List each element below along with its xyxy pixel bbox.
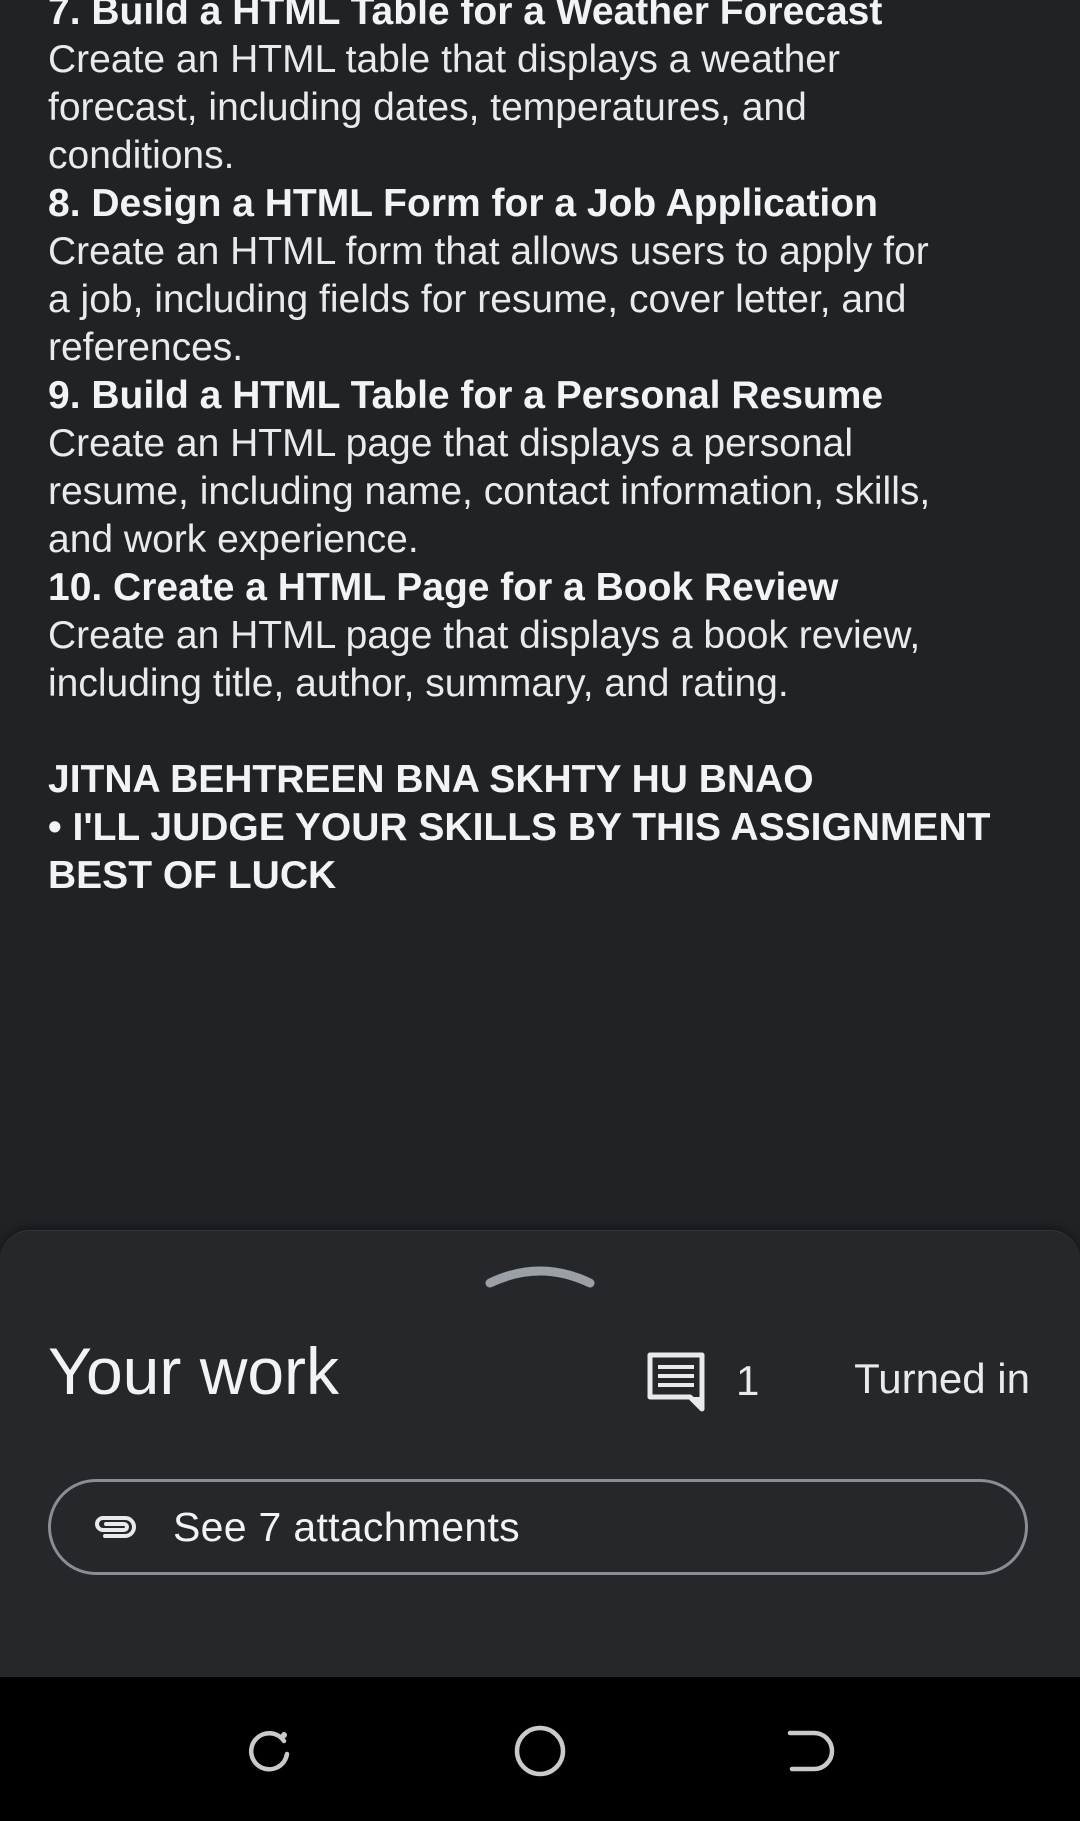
assignment-desc-line: forecast, including dates, temperatures,… — [48, 86, 807, 129]
assignment-desc-line: Create an HTML page that displays a book… — [48, 614, 921, 657]
note-line: • I'LL JUDGE YOUR SKILLS BY THIS ASSIGNM… — [48, 806, 991, 849]
assignment-desc-line: including title, author, summary, and ra… — [48, 662, 789, 705]
back-icon[interactable] — [780, 1721, 840, 1781]
screen: 7. Build a HTML Table for a Weather Fore… — [0, 0, 1080, 1821]
attachments-label: See 7 attachments — [173, 1503, 520, 1550]
recent-apps-icon[interactable] — [240, 1721, 300, 1781]
status-label: Turned in — [854, 1355, 1030, 1402]
assignment-title: 9. Build a HTML Table for a Personal Res… — [48, 374, 884, 417]
assignment-description: 7. Build a HTML Table for a Weather Fore… — [48, 0, 1038, 900]
see-attachments-button[interactable]: See 7 attachments — [48, 1479, 1028, 1575]
expand-handle-icon[interactable] — [484, 1253, 596, 1293]
home-icon[interactable] — [510, 1721, 570, 1781]
assignment-title: 7. Build a HTML Table for a Weather Fore… — [48, 0, 883, 33]
comment-count: 1 — [736, 1357, 760, 1404]
assignment-title: 10. Create a HTML Page for a Book Review — [48, 566, 839, 609]
assignment-item: 10. Create a HTML Page for a Book Review… — [48, 564, 1038, 708]
note-line: BEST OF LUCK — [48, 854, 337, 897]
your-work-bottom-sheet[interactable]: Your work 1 Turned in See 7 attachments — [0, 1230, 1080, 1678]
teacher-notes: JITNA BEHTREEN BNA SKHTY HU BNAO • I'LL … — [48, 756, 1038, 900]
assignment-desc-line: conditions. — [48, 134, 235, 177]
note-line: JITNA BEHTREEN BNA SKHTY HU BNAO — [48, 758, 814, 801]
assignment-desc-line: and work experience. — [48, 518, 419, 561]
assignment-desc-line: Create an HTML form that allows users to… — [48, 230, 929, 273]
assignment-desc-line: a job, including fields for resume, cove… — [48, 278, 907, 321]
your-work-heading: Your work — [48, 1334, 340, 1408]
assignment-title: 8. Design a HTML Form for a Job Applicat… — [48, 182, 878, 225]
comment-icon[interactable] — [644, 1349, 708, 1413]
assignment-desc-line: resume, including name, contact informat… — [48, 470, 931, 513]
system-navigation-bar — [0, 1677, 1080, 1821]
assignment-desc-line: Create an HTML table that displays a wea… — [48, 38, 840, 81]
assignment-desc-line: references. — [48, 326, 244, 369]
assignment-item: 7. Build a HTML Table for a Weather Fore… — [48, 0, 1038, 180]
assignment-item: 8. Design a HTML Form for a Job Applicat… — [48, 180, 1038, 372]
assignment-item: 9. Build a HTML Table for a Personal Res… — [48, 372, 1038, 564]
paperclip-icon — [95, 1516, 136, 1538]
assignment-desc-line: Create an HTML page that displays a pers… — [48, 422, 854, 465]
